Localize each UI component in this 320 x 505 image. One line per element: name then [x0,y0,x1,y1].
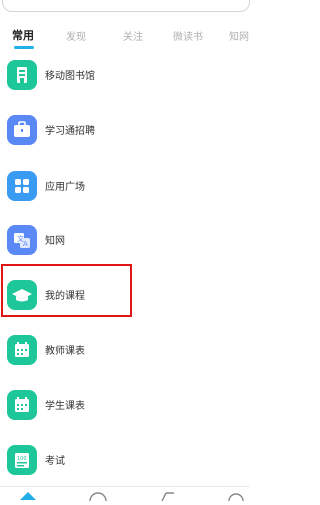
tab-cnki[interactable]: 知网 [229,28,249,43]
app-item-cnki[interactable]: 文 A 知网 [0,219,250,263]
app-item-mobile-library[interactable]: 移动图书馆 [0,54,250,98]
svg-text:100: 100 [17,456,27,462]
notes-icon[interactable] [158,491,178,505]
tab-bar: 常用 发现 关注 微读书 知网 [0,22,250,52]
app-item-student-schedule[interactable]: 学生课表 [0,384,250,428]
tab-discover[interactable]: 发现 [66,28,86,43]
app-item-teacher-schedule[interactable]: 教师课表 [0,329,250,373]
calendar-icon [7,335,37,365]
profile-icon[interactable] [226,491,246,505]
briefcase-icon [7,115,37,145]
app-label: 知网 [45,236,65,247]
app-label: 应用广场 [45,182,85,193]
svg-text:A: A [23,240,28,248]
app-label: 考试 [45,456,65,467]
app-label: 学生课表 [45,401,85,412]
highlight-box [1,264,132,317]
app-item-recruitment[interactable]: 学习通招聘 [0,109,250,153]
calendar-icon [7,390,37,420]
active-tab-indicator [14,46,34,49]
app-label: 移动图书馆 [45,71,95,82]
bottom-nav [0,486,250,501]
translate-icon: 文 A [7,225,37,255]
home-icon[interactable] [18,491,38,505]
tab-follow[interactable]: 关注 [123,28,143,43]
search-bar[interactable] [2,0,250,12]
app-label: 教师课表 [45,346,85,357]
library-icon [7,60,37,90]
exam-icon: 100 [7,445,37,475]
message-icon[interactable] [88,491,108,505]
app-label: 学习通招聘 [45,126,95,137]
tab-common[interactable]: 常用 [12,27,34,43]
app-grid-icon [7,171,37,201]
tab-weidushu[interactable]: 微读书 [173,28,203,43]
app-item-exam[interactable]: 100 考试 [0,439,250,483]
app-item-app-square[interactable]: 应用广场 [0,165,250,209]
